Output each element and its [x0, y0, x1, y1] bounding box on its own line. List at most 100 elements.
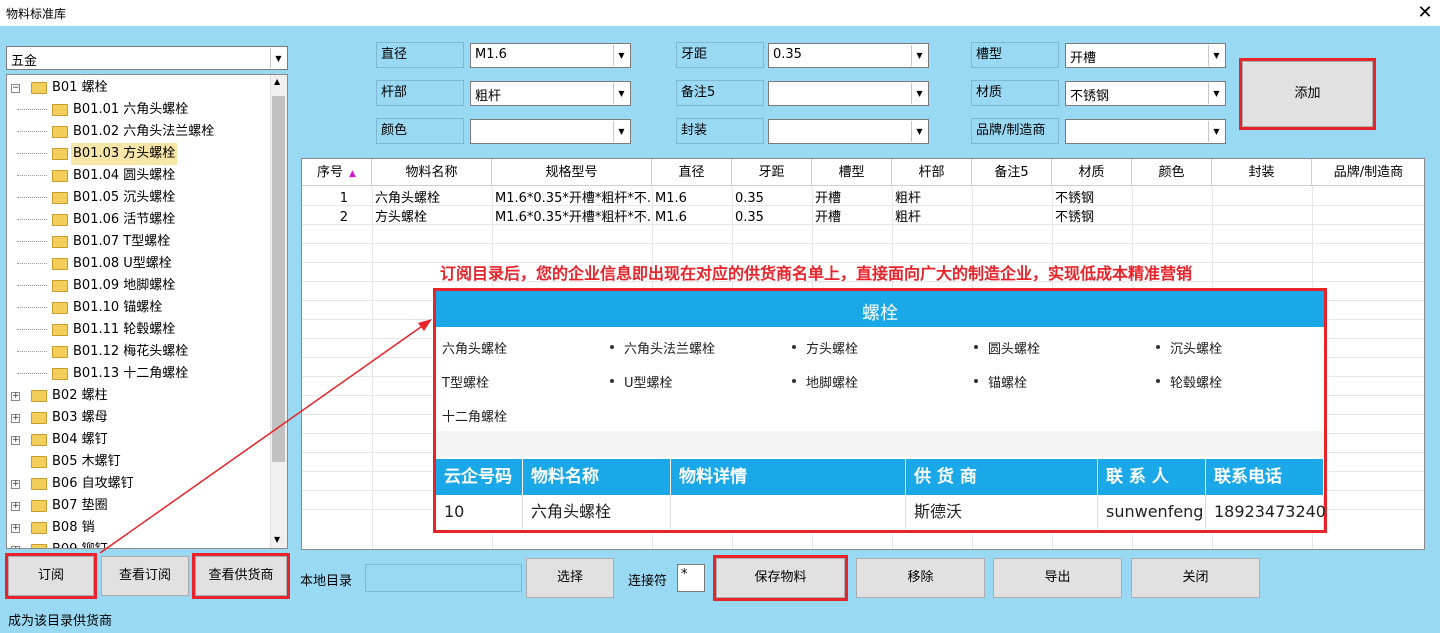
chevron-down-icon[interactable]: ▼ [1208, 83, 1224, 104]
column-header[interactable]: 备注5 [972, 159, 1052, 186]
tree-node-child[interactable]: B01.08 U型螺栓 [7, 253, 277, 275]
category-item[interactable]: T型螺栓 [442, 372, 489, 391]
expand-icon[interactable]: + [11, 546, 20, 548]
table-cell[interactable]: 不锈钢 [1052, 189, 1132, 208]
column-header[interactable]: 颜色 [1132, 159, 1212, 186]
column-header[interactable]: 牙距 [732, 159, 812, 186]
tree-node-child[interactable]: B01.02 六角头法兰螺栓 [7, 121, 277, 143]
tree-node-root[interactable]: + B08 销 [7, 517, 277, 539]
filter-select[interactable]: 开槽 ▼ [1065, 43, 1226, 68]
table-cell[interactable]: 粗杆 [892, 208, 972, 227]
filter-select[interactable]: 0.35 ▼ [768, 43, 929, 68]
category-item[interactable]: 六角头螺栓 [442, 338, 507, 357]
tree-node-child[interactable]: B01.01 六角头螺栓 [7, 99, 277, 121]
close-button[interactable]: 关闭 [1131, 558, 1260, 598]
tree-node-root[interactable]: + B07 垫圈 [7, 495, 277, 517]
column-header[interactable]: 封装 [1212, 159, 1312, 186]
chevron-down-icon[interactable]: ▼ [613, 121, 629, 142]
expand-icon[interactable]: + [11, 414, 20, 423]
tree-node-root[interactable]: + B02 螺柱 [7, 385, 277, 407]
subscribe-button[interactable]: 订阅 [5, 553, 97, 599]
tree-node-b01[interactable]: − B01 螺栓 [7, 77, 277, 99]
filter-select[interactable]: ▼ [470, 119, 631, 144]
close-icon[interactable]: ✕ [1412, 2, 1438, 24]
tree-node-child[interactable]: B01.07 T型螺栓 [7, 231, 277, 253]
expand-icon[interactable]: + [11, 436, 20, 445]
chevron-down-icon[interactable]: ▼ [1208, 121, 1224, 142]
tree-node-child[interactable]: B01.13 十二角螺栓 [7, 363, 277, 385]
tree-node-root[interactable]: B05 木螺钉 [7, 451, 277, 473]
table-cell[interactable]: 开槽 [812, 189, 892, 208]
column-header[interactable]: 规格型号 [492, 159, 652, 186]
tree-node-child[interactable]: B01.09 地脚螺栓 [7, 275, 277, 297]
chevron-down-icon[interactable]: ▼ [911, 45, 927, 66]
table-cell[interactable]: M1.6*0.35*开槽*粗杆*不... [492, 208, 652, 227]
filter-select[interactable]: ▼ [1065, 119, 1226, 144]
tree-node-child[interactable]: B01.12 梅花头螺栓 [7, 341, 277, 363]
expand-icon[interactable]: + [11, 524, 20, 533]
category-item[interactable]: 圆头螺栓 [988, 338, 1040, 357]
column-header[interactable]: 直径 [652, 159, 732, 186]
category-item[interactable]: 轮毂螺栓 [1170, 372, 1222, 391]
remove-button[interactable]: 移除 [856, 558, 985, 598]
category-item[interactable]: 方头螺栓 [806, 338, 858, 357]
category-tree[interactable]: − B01 螺栓 B01.01 六角头螺栓 B01.02 六角头法兰螺栓 B01.0… [6, 74, 288, 549]
table-cell[interactable]: 不锈钢 [1052, 208, 1132, 227]
tree-node-child[interactable]: B01.05 沉头螺栓 [7, 187, 277, 209]
tree-node-child[interactable]: B01.04 圆头螺栓 [7, 165, 277, 187]
scroll-up-icon[interactable]: ▲ [274, 77, 280, 86]
select-button[interactable]: 选择 [526, 558, 614, 598]
filter-select[interactable]: ▼ [768, 119, 929, 144]
column-header[interactable]: 物料名称 [372, 159, 492, 186]
filter-select[interactable]: ▼ [768, 81, 929, 106]
filter-select[interactable]: 粗杆 ▼ [470, 81, 631, 106]
table-cell[interactable]: 0.35 [732, 189, 812, 208]
category-item[interactable]: 十二角螺栓 [442, 406, 507, 425]
view-suppliers-button[interactable]: 查看供货商 [192, 553, 290, 599]
tree-node-child[interactable]: B01.06 活节螺栓 [7, 209, 277, 231]
tree-node-child[interactable]: B01.10 锚螺栓 [7, 297, 277, 319]
tree-node-root[interactable]: + B03 螺母 [7, 407, 277, 429]
category-item[interactable]: 地脚螺栓 [806, 372, 858, 391]
view-subscriptions-button[interactable]: 查看订阅 [101, 556, 189, 596]
column-header[interactable]: 序号 ▲ [302, 159, 372, 186]
tree-node-root[interactable]: + B06 自攻螺钉 [7, 473, 277, 495]
table-cell[interactable]: 六角头螺栓 [372, 189, 492, 208]
chevron-down-icon[interactable]: ▼ [911, 121, 927, 142]
column-header[interactable]: 槽型 [812, 159, 892, 186]
expand-icon[interactable]: + [11, 502, 20, 511]
table-cell[interactable]: 方头螺栓 [372, 208, 492, 227]
table-cell[interactable] [1132, 189, 1212, 208]
export-button[interactable]: 导出 [993, 558, 1122, 598]
table-cell[interactable]: 开槽 [812, 208, 892, 227]
table-cell[interactable] [1212, 208, 1312, 227]
table-cell[interactable] [972, 208, 1052, 227]
tree-node-child[interactable]: B01.03 方头螺栓 [7, 143, 277, 165]
category-item[interactable]: U型螺栓 [624, 372, 673, 391]
collapse-icon[interactable]: − [11, 84, 20, 93]
table-cell[interactable]: 2 [302, 208, 348, 227]
tree-node-child[interactable]: B01.11 轮毂螺栓 [7, 319, 277, 341]
table-cell[interactable]: 0.35 [732, 208, 812, 227]
tree-node-root[interactable]: + B09 铆钉 [7, 539, 277, 548]
category-item[interactable]: 沉头螺栓 [1170, 338, 1222, 357]
scroll-down-icon[interactable]: ▼ [274, 535, 280, 544]
save-button[interactable]: 保存物料 [713, 555, 848, 601]
expand-icon[interactable]: + [11, 392, 20, 401]
category-item[interactable]: 六角头法兰螺栓 [624, 338, 715, 357]
table-cell[interactable] [972, 189, 1052, 208]
tree-node-root[interactable]: + B04 螺钉 [7, 429, 277, 451]
category-item[interactable]: 锚螺栓 [988, 372, 1027, 391]
table-cell[interactable]: M1.6*0.35*开槽*粗杆*不... [492, 189, 652, 208]
table-cell[interactable] [1312, 208, 1424, 227]
table-cell[interactable] [1212, 189, 1312, 208]
column-header[interactable]: 品牌/制造商 [1312, 159, 1424, 186]
table-cell[interactable] [1132, 208, 1212, 227]
column-header[interactable]: 材质 [1052, 159, 1132, 186]
table-cell[interactable]: 粗杆 [892, 189, 972, 208]
connector-input[interactable]: * [677, 564, 705, 592]
category-select[interactable]: 五金 ▼ [6, 46, 288, 70]
expand-icon[interactable]: + [11, 480, 20, 489]
chevron-down-icon[interactable]: ▼ [911, 83, 927, 104]
chevron-down-icon[interactable]: ▼ [613, 45, 629, 66]
